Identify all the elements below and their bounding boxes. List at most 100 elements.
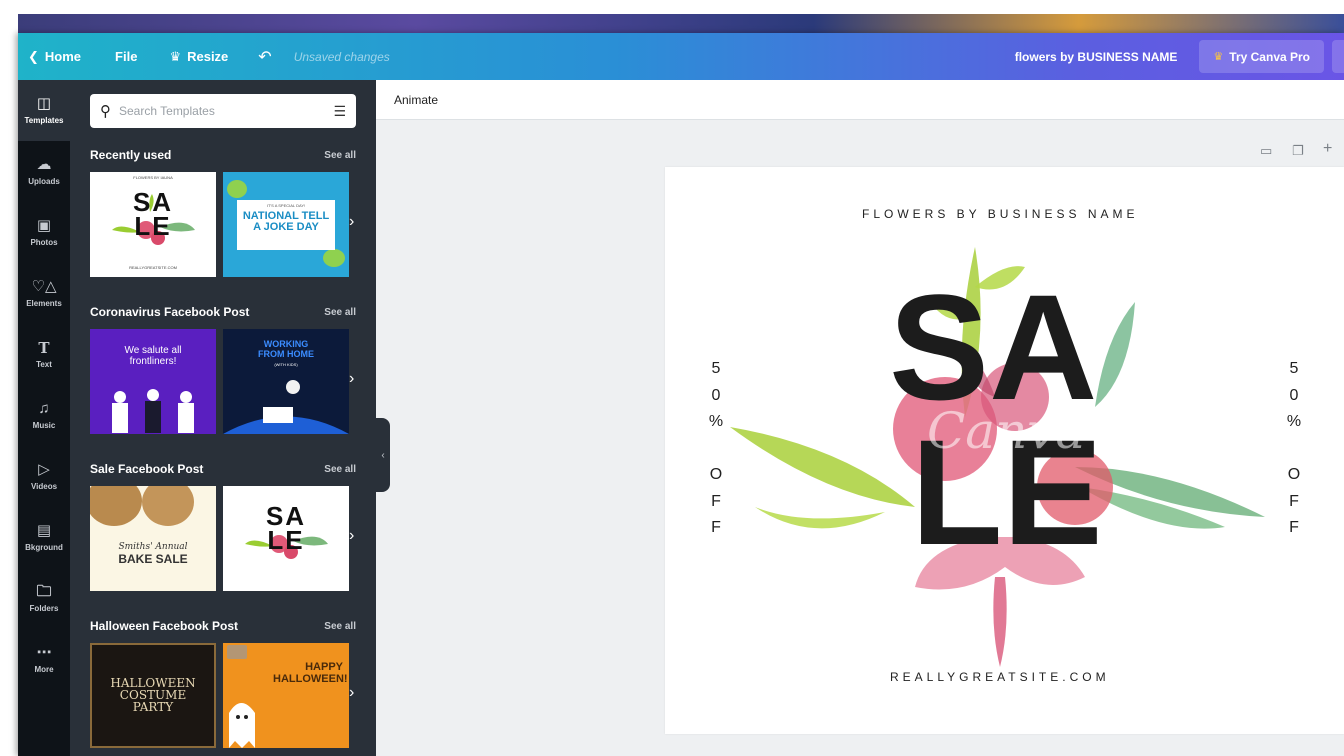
thumb-text: FLOWERS BY IAUNA (133, 175, 173, 180)
thumb-text: NATIONAL TELL A JOKE DAY (242, 210, 330, 233)
decor-blob (227, 180, 247, 198)
window-frame-left (0, 0, 18, 756)
rail-label: Elements (26, 299, 62, 308)
thumb-text: SALE (265, 501, 307, 555)
section-title: Sale Facebook Post (90, 462, 204, 476)
chevron-right-icon[interactable]: › (349, 213, 354, 231)
rail-item-uploads[interactable]: ☁ Uploads (18, 141, 70, 202)
folder-icon: 🗀 (36, 583, 52, 600)
see-all-link[interactable]: See all (324, 150, 356, 161)
side-char (706, 436, 726, 463)
notes-icon[interactable]: ▭ (1260, 143, 1272, 159)
cookie-image (142, 486, 194, 526)
side-char: F (1289, 492, 1299, 510)
share-button-partial[interactable] (1332, 40, 1344, 73)
shapes-icon: ♡△ (31, 278, 57, 295)
design-side-text-right[interactable]: 5 0 % O F F (1284, 356, 1304, 542)
side-char: % (708, 413, 724, 430)
section-title: Recently used (90, 148, 172, 162)
template-thumb[interactable]: Smiths' Annual BAKE SALE (90, 486, 216, 591)
crown-icon: ♛ (169, 48, 182, 64)
rail-item-templates[interactable]: ◫ Templates (18, 80, 70, 141)
side-char: O (709, 466, 723, 483)
section-title: Coronavirus Facebook Post (90, 305, 250, 319)
crown-icon: ♛ (1213, 51, 1224, 63)
rail-item-videos[interactable]: ▷ Videos (18, 446, 70, 507)
window-frame-top (0, 0, 1344, 33)
cookie-image (90, 486, 142, 526)
side-char: F (711, 492, 721, 510)
upload-cloud-icon: ☁ (36, 156, 52, 173)
thumb-text: Smiths' Annual (118, 542, 188, 552)
thumb-text: IT'S A SPECIAL DAY! (266, 203, 306, 208)
see-all-link[interactable]: See all (324, 621, 356, 632)
decor-blob (323, 249, 345, 267)
side-char: 5 (1289, 360, 1299, 377)
rail-label: Music (32, 421, 56, 430)
side-char: F (711, 519, 721, 536)
rail-label: Folders (29, 604, 59, 613)
rail-item-background[interactable]: ▤ Bkground (18, 507, 70, 568)
editor-toolbar: Animate (376, 80, 1344, 120)
rail-item-photos[interactable]: ▣ Photos (18, 202, 70, 263)
rail-label: Uploads (28, 177, 60, 186)
home-button[interactable]: ❮ Home (28, 33, 81, 80)
animate-button[interactable]: Animate (394, 93, 438, 107)
laptop-illustration (223, 380, 349, 434)
rail-label: Photos (30, 238, 58, 247)
rail-item-folders[interactable]: 🗀 Folders (18, 568, 70, 629)
home-label: Home (44, 49, 82, 64)
rail-label: Text (36, 360, 52, 369)
more-dots-icon: ⋯ (36, 644, 52, 661)
search-templates-input[interactable]: ⚲ Search Templates ☰ (90, 94, 356, 128)
side-char: O (1287, 466, 1301, 483)
top-bar: ❮ Home File ♛ Resize ↶ Unsaved changes f… (18, 33, 1344, 80)
rail-item-music[interactable]: ♫ Music (18, 385, 70, 446)
template-thumb[interactable]: FLOWERS BY IAUNA SALE REALLYGREATSITE.CO… (90, 172, 216, 277)
template-thumb[interactable]: SALE (223, 486, 349, 591)
background-icon: ▤ (36, 522, 52, 539)
design-bottom-text[interactable]: REALLYGREATSITE.COM (890, 670, 1110, 684)
template-thumb[interactable]: IT'S A SPECIAL DAY! NATIONAL TELL A JOKE… (223, 172, 349, 277)
chevron-right-icon[interactable]: › (349, 527, 354, 545)
template-thumb[interactable]: HAPPY HALLOWEEN! (223, 643, 349, 748)
video-icon: ▷ (38, 461, 50, 478)
rail-item-text[interactable]: T Text (18, 324, 70, 385)
rail-item-more[interactable]: ⋯ More (18, 629, 70, 690)
unsaved-status: Unsaved changes (293, 49, 390, 64)
see-all-link[interactable]: See all (324, 464, 356, 475)
chevron-left-icon: ❮ (28, 48, 39, 64)
rail-item-elements[interactable]: ♡△ Elements (18, 263, 70, 324)
side-char: F (1289, 519, 1299, 536)
template-thumb[interactable]: HALLOWEEN COSTUME PARTY (90, 643, 216, 748)
design-canvas[interactable]: FLOWERS BY BUSINESS NAME SA LE Canva 5 0… (665, 167, 1344, 734)
try-pro-button[interactable]: ♛ Try Canva Pro (1199, 40, 1324, 73)
file-menu-button[interactable]: File (115, 33, 137, 80)
template-thumb[interactable]: We salute all frontliners! (90, 329, 216, 434)
rail-label: Bkground (25, 543, 63, 552)
design-side-text-left[interactable]: 5 0 % O F F (706, 356, 726, 542)
rail-label: More (34, 665, 54, 674)
search-icon: ⚲ (100, 103, 111, 120)
see-all-link[interactable]: See all (324, 307, 356, 318)
rail-label: Videos (30, 482, 58, 491)
try-pro-label: Try Canva Pro (1229, 49, 1310, 64)
canva-editor: ❮ Home File ♛ Resize ↶ Unsaved changes f… (18, 33, 1344, 756)
thumb-text: BAKE SALE (118, 552, 188, 566)
duplicate-page-icon[interactable]: ❐ (1292, 143, 1304, 159)
collapse-panel-button[interactable]: ‹ (376, 418, 390, 492)
undo-icon: ↶ (258, 48, 272, 66)
filter-icon[interactable]: ☰ (333, 103, 346, 120)
chevron-right-icon[interactable]: › (349, 370, 354, 388)
undo-button[interactable]: ↶ (258, 33, 271, 80)
thumb-text: SALE (132, 187, 174, 241)
add-page-icon[interactable]: + (1323, 140, 1332, 158)
side-char: % (1286, 413, 1302, 430)
resize-button[interactable]: ♛ Resize (169, 33, 228, 80)
chevron-right-icon[interactable]: › (349, 684, 354, 702)
template-thumb[interactable]: WORKING FROM HOME (WITH KIDS) (223, 329, 349, 434)
rail-label: Templates (24, 116, 64, 125)
document-title[interactable]: flowers by BUSINESS NAME (1015, 50, 1178, 64)
resize-label: Resize (187, 49, 229, 64)
design-sale-text-top[interactable]: SA (889, 272, 1097, 422)
